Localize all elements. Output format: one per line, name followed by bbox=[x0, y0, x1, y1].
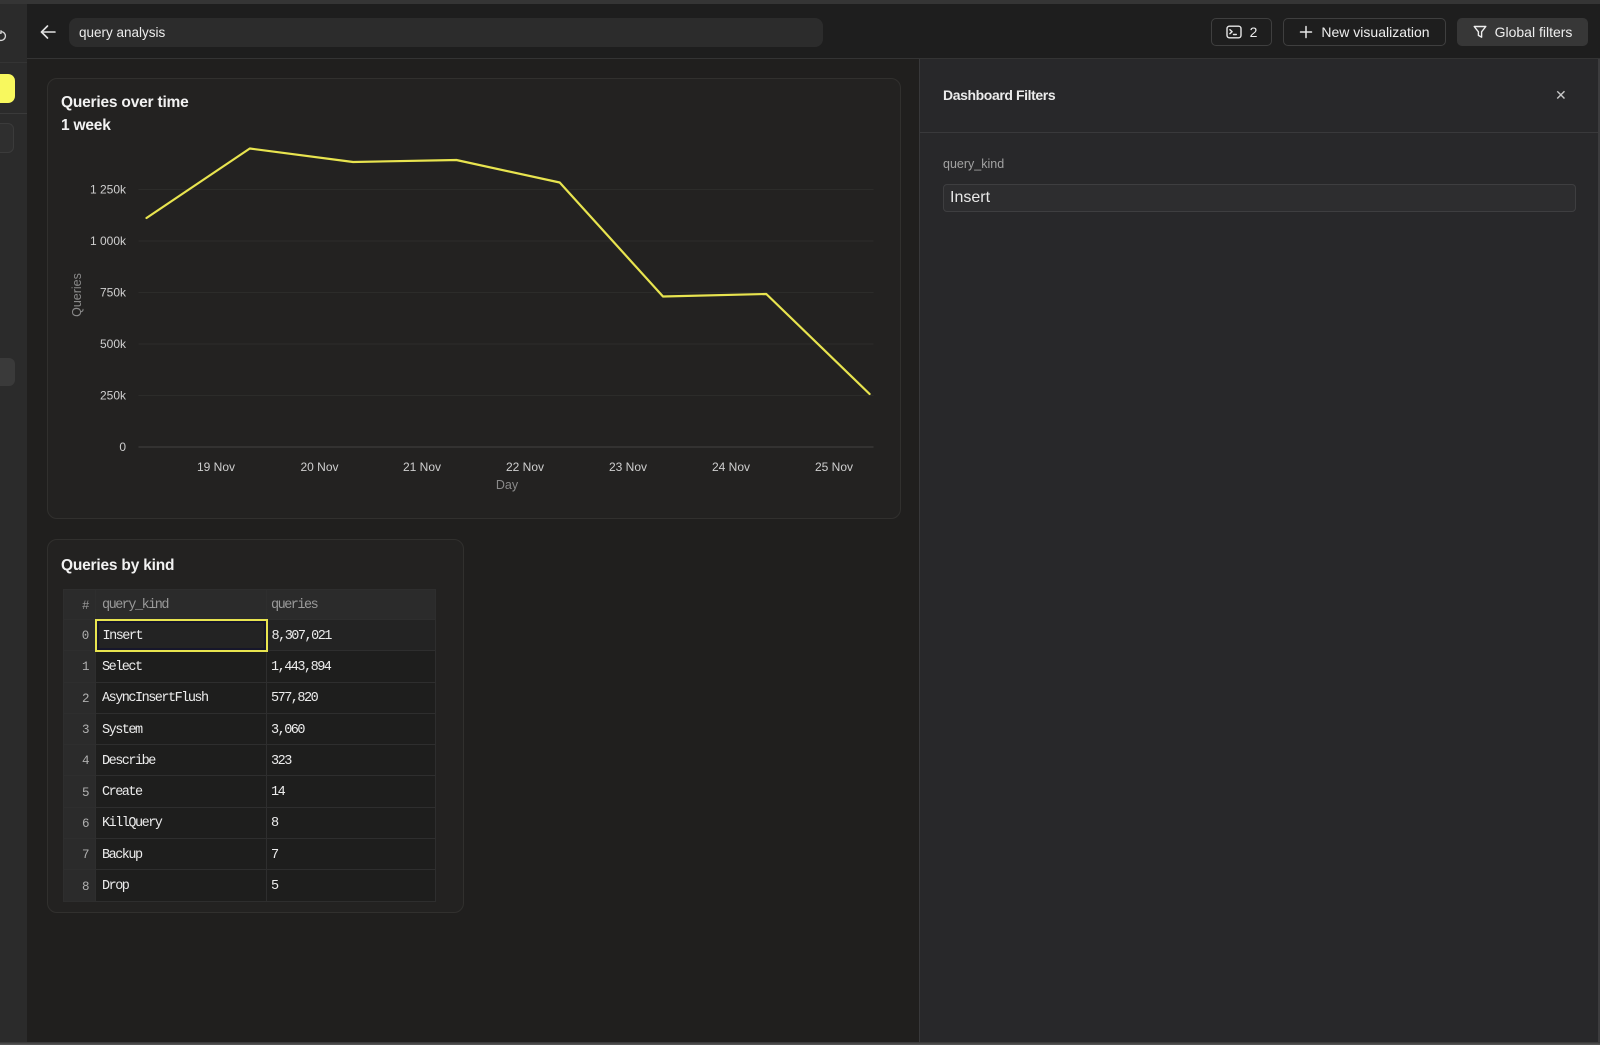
svg-text:19 Nov: 19 Nov bbox=[197, 460, 235, 474]
svg-text:250k: 250k bbox=[100, 389, 127, 403]
svg-text:25 Nov: 25 Nov bbox=[815, 460, 853, 474]
svg-text:Queries: Queries bbox=[70, 273, 84, 317]
svg-text:24 Nov: 24 Nov bbox=[712, 460, 750, 474]
svg-text:1 250k: 1 250k bbox=[90, 183, 127, 197]
svg-text:21 Nov: 21 Nov bbox=[403, 460, 441, 474]
svg-text:750k: 750k bbox=[100, 286, 127, 300]
svg-text:20 Nov: 20 Nov bbox=[300, 460, 338, 474]
svg-text:500k: 500k bbox=[100, 337, 127, 351]
svg-text:22 Nov: 22 Nov bbox=[506, 460, 544, 474]
svg-text:1 000k: 1 000k bbox=[90, 234, 127, 248]
svg-text:23 Nov: 23 Nov bbox=[609, 460, 647, 474]
svg-text:0: 0 bbox=[119, 440, 126, 454]
svg-text:Day: Day bbox=[496, 478, 519, 492]
